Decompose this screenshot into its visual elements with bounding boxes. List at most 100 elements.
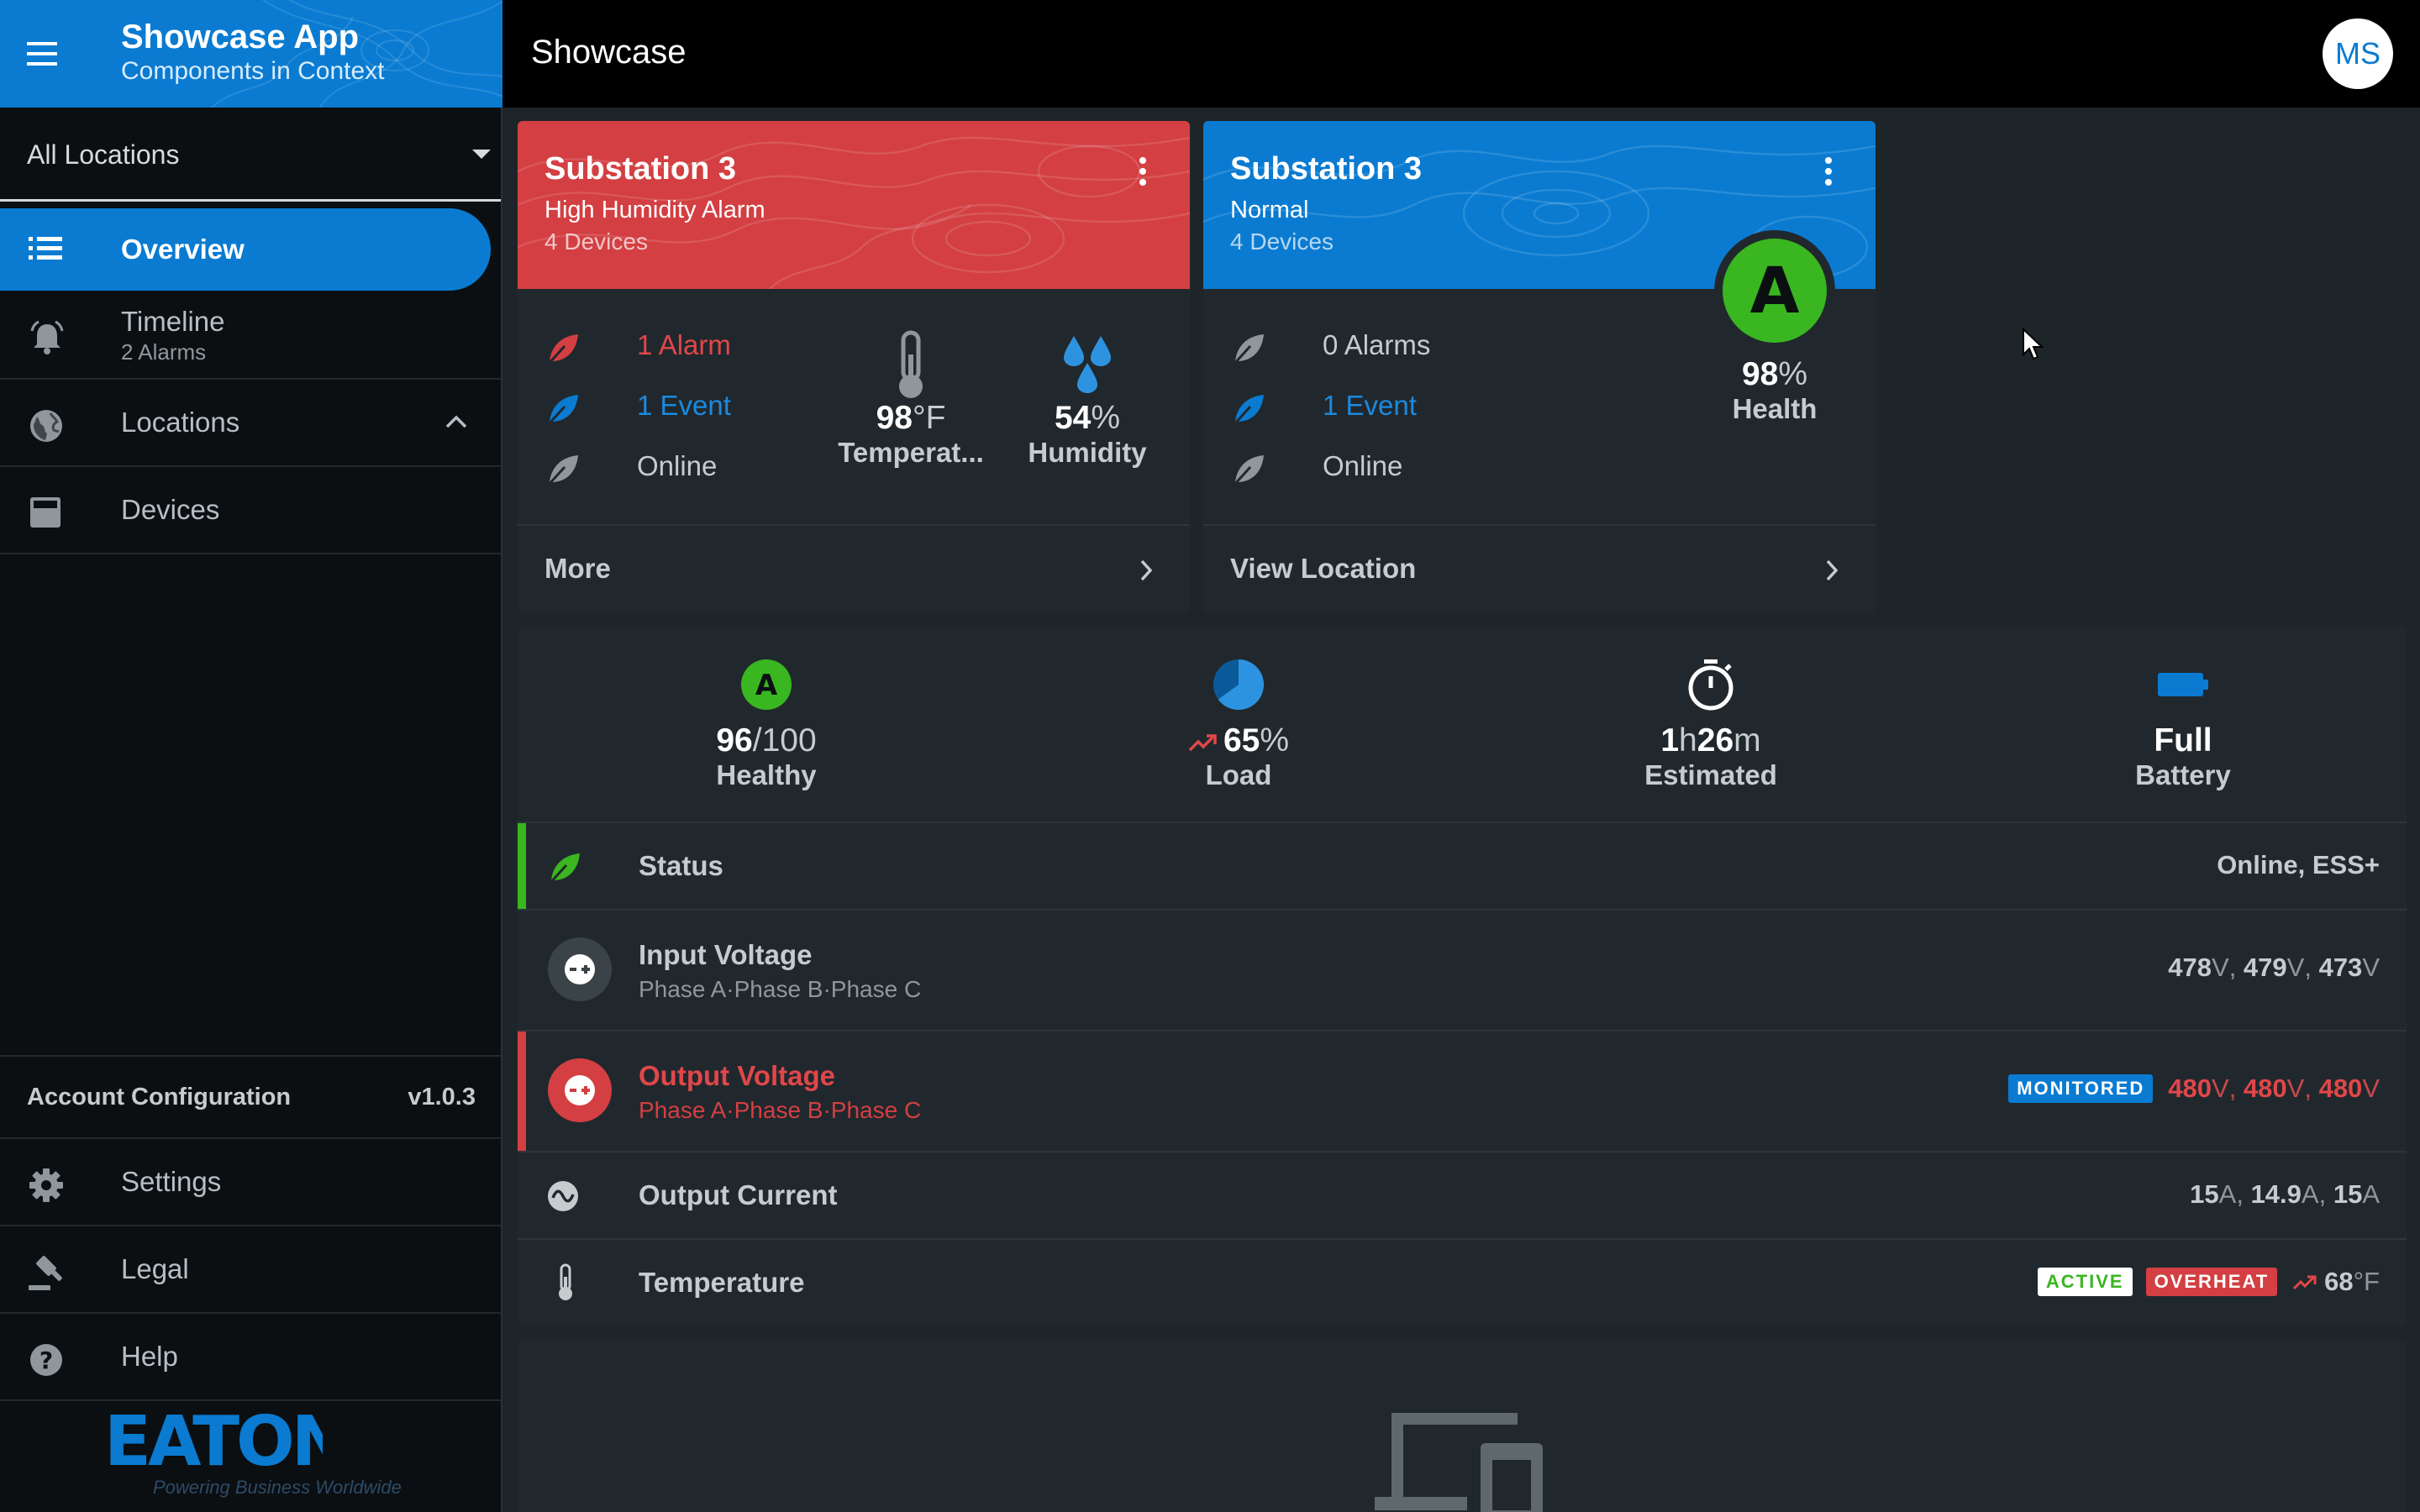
voltage-circled-icon	[548, 937, 612, 1001]
temperature-values: ACTIVE OVERHEAT 68 °F	[2037, 1267, 2380, 1297]
list-item-title: Temperature	[639, 1267, 805, 1298]
pie-icon	[1213, 659, 1265, 710]
sidebar-item-timeline[interactable]: Timeline 2 Alarms	[0, 292, 501, 380]
output-current-values: 15 A, 14.9 A, 15 A	[2190, 1179, 2380, 1209]
list-item-temperature[interactable]: Temperature ACTIVE OVERHEAT 68 °F	[518, 1240, 2407, 1326]
card-footer-view-location[interactable]: View Location	[1203, 524, 1876, 613]
kpi-label: Battery	[2135, 759, 2231, 790]
gear-icon	[29, 1168, 63, 1202]
location-select-value: All Locations	[27, 139, 180, 170]
card-title: Substation 3	[544, 151, 737, 186]
alarm-bell-icon	[30, 320, 64, 354]
device-summary-panel: A 96/100 Healthy 65% Load 1h26m Estimate…	[518, 627, 2407, 823]
substation-card-alarm[interactable]: Substation 3 High Humidity Alarm 4 Devic…	[518, 121, 1190, 613]
sidebar-item-devices[interactable]: Devices	[0, 467, 501, 554]
list-item-input-voltage[interactable]: Input Voltage Phase A·Phase B·Phase C 47…	[518, 911, 2407, 1032]
sidebar-item-legal[interactable]: Legal	[0, 1226, 501, 1314]
more-vert-icon[interactable]	[1138, 156, 1148, 186]
event-count: 1 Event	[637, 390, 731, 421]
kpi-minutes: 26	[1697, 722, 1734, 759]
sidebar-item-label: Locations	[121, 407, 240, 438]
card-row-events: 1 Event	[1203, 381, 1539, 432]
menu-icon[interactable]	[25, 37, 59, 71]
humidity-metric: 54% Humidity	[995, 329, 1180, 469]
card-devices: 4 Devices	[544, 228, 648, 255]
thermometer-icon	[899, 330, 923, 398]
sidebar-item-label: Help	[121, 1341, 178, 1372]
list-item-title: Output Current	[639, 1179, 838, 1210]
kpi-minutes-unit: m	[1733, 722, 1761, 759]
grade-letter: A	[1750, 253, 1800, 328]
card-footer-more[interactable]: More	[518, 524, 1190, 613]
help-icon: ?	[30, 1344, 62, 1376]
temperature-unit: °F	[912, 400, 946, 436]
mouse-cursor-icon	[2023, 328, 2044, 360]
kpi-battery: Full Battery	[2015, 657, 2351, 791]
list-icon	[29, 237, 62, 260]
water-drops-icon	[1064, 336, 1111, 393]
gavel-icon	[29, 1256, 62, 1290]
temperature-value: 98	[876, 400, 913, 436]
health-value: 98	[1741, 356, 1779, 392]
list-item-subtitle: Phase A·Phase B·Phase C	[639, 976, 922, 1002]
humidity-label: Humidity	[1028, 437, 1147, 468]
sidebar-item-label: Devices	[121, 494, 220, 525]
channel-value-list: Status Online, ESS+ Input Voltage Phase …	[518, 823, 2407, 1326]
kpi-label: Healthy	[716, 759, 817, 790]
devices-icon	[1375, 1413, 1543, 1512]
ac-current-icon	[548, 1181, 578, 1211]
kpi-unit: /100	[752, 722, 817, 759]
sidebar-item-sub: 2 Alarms	[121, 339, 207, 365]
status-value: Online, ESS+	[2217, 850, 2380, 879]
kpi-label: Load	[1205, 759, 1272, 790]
list-item-status[interactable]: Status Online, ESS+	[518, 823, 2407, 911]
active-chip: ACTIVE	[2037, 1268, 2133, 1296]
online-status: Online	[637, 450, 718, 481]
sidebar-item-help[interactable]: ? Help	[0, 1314, 501, 1401]
humidity-value: 54	[1054, 400, 1092, 436]
svg-text:EATON: EATON	[104, 1410, 323, 1470]
account-configuration: Account Configuration v1.0.3	[0, 1055, 501, 1139]
monitored-chip: MONITORED	[2008, 1074, 2154, 1103]
sidebar-item-locations[interactable]: Locations	[0, 380, 501, 467]
kpi-grade-letter: A	[755, 669, 778, 702]
card-row-alarms: 1 Alarm	[518, 321, 854, 371]
grade-a-icon: A	[741, 659, 792, 710]
sidebar-item-label: Settings	[121, 1166, 222, 1197]
card-devices: 4 Devices	[1230, 228, 1334, 255]
leaf-icon	[546, 455, 578, 486]
more-vert-icon[interactable]	[1823, 156, 1833, 186]
sidebar-item-label: Timeline	[121, 306, 225, 337]
health-label: Health	[1732, 393, 1818, 424]
avatar[interactable]: MS	[2323, 18, 2393, 89]
version-label: v1.0.3	[408, 1084, 476, 1110]
alarm-count: 0 Alarms	[1323, 329, 1431, 360]
sidebar-item-label: Legal	[121, 1253, 189, 1284]
sidebar-item-overview[interactable]: Overview	[0, 205, 501, 292]
chevron-right-icon	[1826, 559, 1839, 581]
leaf-icon	[1232, 395, 1264, 425]
kpi-value: 96	[716, 722, 753, 759]
chevron-up-icon[interactable]	[445, 415, 467, 428]
list-item-output-current[interactable]: Output Current 15 A, 14.9 A, 15 A	[518, 1152, 2407, 1240]
trending-up-icon	[1188, 733, 1217, 751]
kpi-load: 65% Load	[1071, 657, 1407, 791]
app-subtitle: Components in Context	[121, 57, 385, 85]
eaton-logo-mark: EATON	[104, 1410, 323, 1470]
sidebar-item-settings[interactable]: Settings	[0, 1139, 501, 1226]
temperature-metric: 98°F Temperat...	[818, 329, 1003, 469]
health-metric: 98% Health	[1682, 356, 1867, 425]
card-row-online: Online	[1203, 442, 1539, 492]
device-icon	[30, 497, 60, 528]
thermometer-icon	[559, 1263, 572, 1300]
eaton-tagline: Powering Business Worldwide	[153, 1477, 402, 1498]
dropdown-caret-icon	[472, 150, 491, 159]
online-status: Online	[1323, 450, 1403, 481]
card-row-alarms: 0 Alarms	[1203, 321, 1539, 371]
sidebar: Showcase App Components in Context All L…	[0, 0, 502, 1512]
list-item-output-voltage[interactable]: Output Voltage Phase A·Phase B·Phase C M…	[518, 1032, 2407, 1152]
card-subtitle: High Humidity Alarm	[544, 197, 765, 223]
location-select[interactable]: All Locations	[0, 108, 501, 202]
app-title: Showcase App	[121, 18, 360, 55]
substation-card-normal[interactable]: Substation 3 Normal 4 Devices 0 Alarms 1…	[1203, 121, 1876, 613]
